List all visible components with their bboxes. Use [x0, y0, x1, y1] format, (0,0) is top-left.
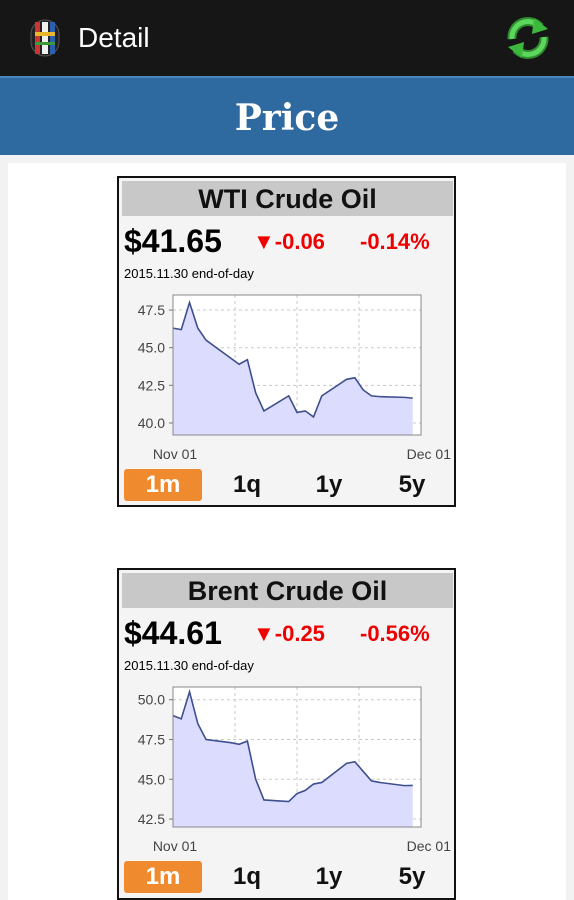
price-change-percent: -0.56% — [360, 621, 430, 646]
range-tab-1y[interactable]: 1y — [290, 861, 368, 893]
app-bar: Detail — [0, 0, 574, 76]
range-tab-1q[interactable]: 1q — [208, 469, 286, 501]
y-tick-label: 45.0 — [138, 340, 165, 356]
price-chart: 40.0 42.5 45.0 47.5 Nov 01 Dec 01 — [138, 294, 452, 462]
y-tick-label: 47.5 — [138, 732, 165, 748]
range-tabs: 1m 1q 1y 5y — [122, 469, 453, 503]
price-value: $44.61 — [124, 615, 222, 651]
range-tab-5y[interactable]: 5y — [373, 861, 451, 893]
y-tick-label: 40.0 — [138, 415, 165, 431]
wti-price-card: WTI Crude Oil $41.65 ▼-0.06 -0.14% 2015.… — [117, 176, 456, 507]
range-tabs: 1m 1q 1y 5y — [122, 861, 453, 895]
price-date: 2015.11.30 end-of-day — [124, 266, 254, 281]
range-tab-1m[interactable]: 1m — [124, 469, 202, 501]
section-header: Price — [0, 76, 574, 155]
app-title: Detail — [78, 22, 150, 53]
y-tick-label: 42.5 — [138, 377, 165, 393]
price-chart: 42.5 45.0 47.5 50.0 Nov 01 Dec 01 — [138, 686, 452, 854]
range-tab-1q[interactable]: 1q — [208, 861, 286, 893]
card-title: WTI Crude Oil — [122, 181, 453, 216]
flag-app-icon[interactable] — [28, 18, 62, 58]
range-tab-1m[interactable]: 1m — [124, 861, 202, 893]
card-title: Brent Crude Oil — [122, 573, 453, 608]
x-tick-label: Dec 01 — [407, 838, 452, 854]
price-change: ▼-0.25 — [253, 621, 325, 646]
x-tick-label: Dec 01 — [407, 446, 452, 462]
x-tick-label: Nov 01 — [153, 838, 198, 854]
price-change: ▼-0.06 — [253, 229, 325, 254]
y-tick-label: 45.0 — [138, 771, 165, 787]
brent-price-card: Brent Crude Oil $44.61 ▼-0.25 -0.56% 201… — [117, 568, 456, 900]
range-tab-1y[interactable]: 1y — [290, 469, 368, 501]
price-value: $41.65 — [124, 223, 222, 259]
price-change-percent: -0.14% — [360, 229, 430, 254]
price-date: 2015.11.30 end-of-day — [124, 658, 254, 673]
range-tab-5y[interactable]: 5y — [373, 469, 451, 501]
y-tick-label: 47.5 — [138, 302, 165, 318]
refresh-icon[interactable] — [504, 15, 552, 61]
y-tick-label: 50.0 — [138, 692, 165, 708]
y-tick-label: 42.5 — [138, 811, 165, 827]
section-title: Price — [234, 97, 340, 139]
x-tick-label: Nov 01 — [153, 446, 198, 462]
